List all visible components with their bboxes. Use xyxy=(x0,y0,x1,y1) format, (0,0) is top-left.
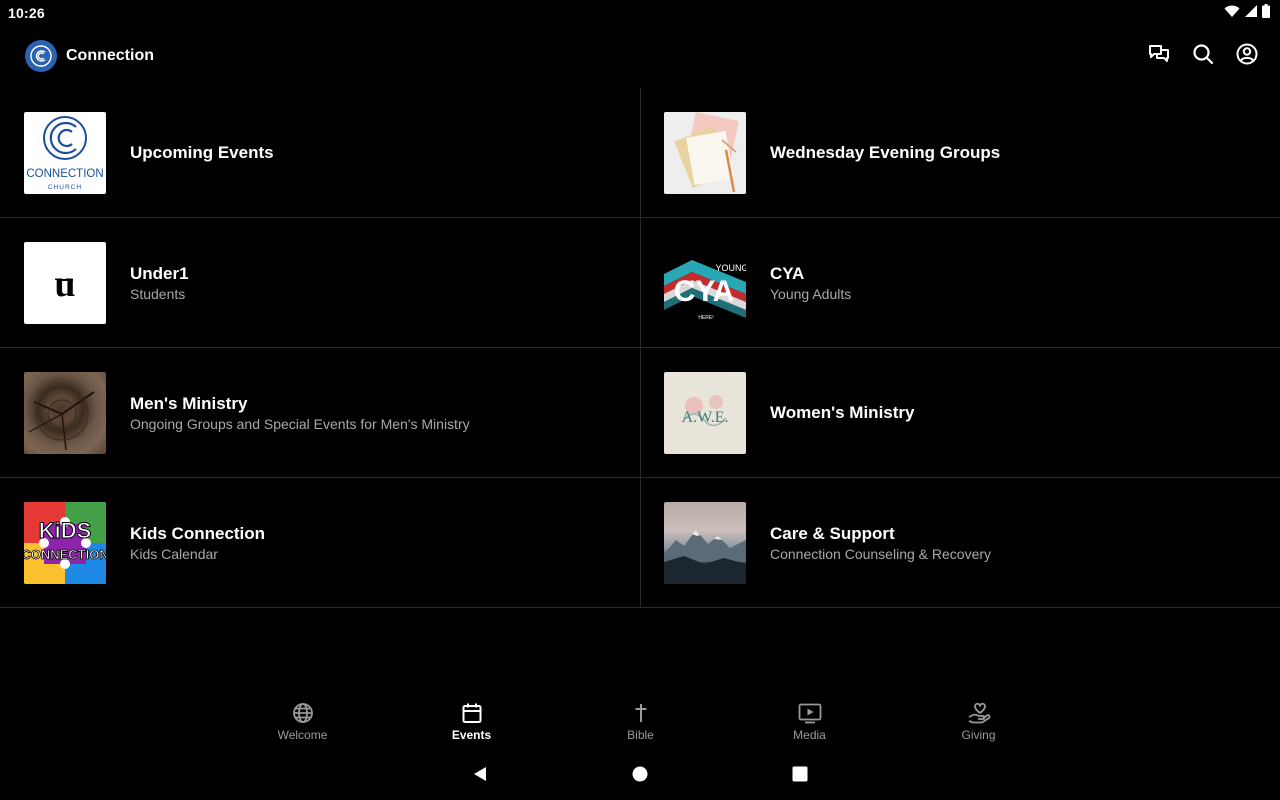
event-title: Women's Ministry xyxy=(770,402,915,422)
play-screen-icon xyxy=(798,700,822,726)
event-texts: Under1 Students xyxy=(130,263,189,303)
search-button[interactable] xyxy=(1192,43,1214,70)
event-title: Men's Ministry xyxy=(130,393,248,413)
search-icon xyxy=(1192,43,1214,70)
event-item-care-support[interactable]: Care & Support Connection Counseling & R… xyxy=(640,478,1280,608)
event-texts: CYA Young Adults xyxy=(770,263,851,303)
cya-logo-text: CYA xyxy=(674,275,735,308)
kids-connection-thumbnail: KiDS CONNECTION xyxy=(24,501,106,584)
nav-bible[interactable]: Bible xyxy=(556,700,725,752)
event-texts: Wednesday Evening Groups xyxy=(770,142,1000,164)
messages-button[interactable] xyxy=(1148,43,1170,70)
event-title: Upcoming Events xyxy=(130,142,274,162)
column-divider xyxy=(640,88,641,607)
connection-logo-icon xyxy=(25,40,57,72)
connection-church-thumbnail: CONNECTION CHURCH xyxy=(24,111,106,194)
status-time: 10:26 xyxy=(8,5,45,21)
status-bar: 10:26 xyxy=(0,0,1280,26)
connection-kids-logo-text: CONNECTION xyxy=(24,547,106,562)
signal-icon xyxy=(1244,4,1258,23)
young-logo-text: YOUNG xyxy=(715,263,746,273)
nav-welcome[interactable]: Welcome xyxy=(218,700,387,752)
home-circle-icon xyxy=(632,766,648,787)
calendar-icon xyxy=(461,700,483,726)
event-subtitle: Kids Calendar xyxy=(130,545,218,562)
battery-icon xyxy=(1262,3,1270,23)
event-texts: Men's Ministry Ongoing Groups and Specia… xyxy=(130,393,470,433)
under1-logo-text: u xyxy=(54,263,75,305)
awe-thumbnail: A.W.E. xyxy=(664,371,746,454)
event-texts: Kids Connection Kids Calendar xyxy=(130,523,265,563)
back-triangle-icon xyxy=(472,766,488,787)
app-title: Connection xyxy=(66,47,154,64)
event-item-cya[interactable]: CYA YOUNG HERE! CYA Young Adults xyxy=(640,218,1280,348)
event-title: Wednesday Evening Groups xyxy=(770,142,1001,162)
event-item-upcoming-events[interactable]: CONNECTION CHURCH Upcoming Events xyxy=(0,88,640,218)
event-texts: Care & Support Connection Counseling & R… xyxy=(770,523,991,563)
account-button[interactable] xyxy=(1236,43,1258,70)
notebook-pencil-thumbnail xyxy=(664,111,746,194)
event-texts: Women's Ministry xyxy=(770,402,914,424)
event-subtitle: Ongoing Groups and Special Events for Me… xyxy=(130,415,470,432)
event-item-womens-ministry[interactable]: A.W.E. Women's Ministry xyxy=(640,348,1280,478)
chat-icon xyxy=(1148,43,1170,70)
wood-texture-thumbnail xyxy=(24,371,106,454)
nav-media[interactable]: Media xyxy=(725,700,894,752)
nav-label: Giving xyxy=(961,728,996,742)
event-subtitle: Young Adults xyxy=(770,285,852,302)
event-item-wednesday-evening-groups[interactable]: Wednesday Evening Groups xyxy=(640,88,1280,218)
nav-label: Bible xyxy=(627,728,654,742)
event-subtitle: Connection Counseling & Recovery xyxy=(770,545,992,562)
awe-logo-text: A.W.E. xyxy=(682,409,729,426)
app-bar: Connection xyxy=(0,34,1280,78)
here-logo-text: HERE! xyxy=(698,315,713,321)
event-item-under1[interactable]: u Under1 Students xyxy=(0,218,640,348)
status-icons xyxy=(1224,3,1270,23)
heart-hand-icon xyxy=(967,700,991,726)
nav-label: Welcome xyxy=(277,728,328,742)
event-item-kids-connection[interactable]: KiDS CONNECTION Kids Connection Kids Cal… xyxy=(0,478,640,608)
system-recents-button[interactable] xyxy=(790,766,810,786)
event-subtitle: Students xyxy=(130,285,186,302)
mountains-thumbnail xyxy=(664,501,746,584)
event-title: CYA xyxy=(770,263,805,283)
system-home-button[interactable] xyxy=(630,766,650,786)
connection-logo-text: CONNECTION xyxy=(26,168,103,180)
event-texts: Upcoming Events xyxy=(130,142,274,164)
event-title: Care & Support xyxy=(770,523,895,543)
nav-label: Media xyxy=(793,728,826,742)
recents-square-icon xyxy=(792,766,808,787)
event-title: Under1 xyxy=(130,263,189,283)
nav-giving[interactable]: Giving xyxy=(894,700,1063,752)
cya-thumbnail: CYA YOUNG HERE! xyxy=(664,241,746,324)
event-item-mens-ministry[interactable]: Men's Ministry Ongoing Groups and Specia… xyxy=(0,348,640,478)
under1-thumbnail: u xyxy=(24,241,106,324)
event-title: Kids Connection xyxy=(130,523,266,543)
cross-icon xyxy=(630,700,652,726)
nav-events[interactable]: Events xyxy=(387,700,556,752)
globe-icon xyxy=(292,700,314,726)
bottom-navigation: Welcome Events Bible Media Giving xyxy=(218,700,1063,752)
wifi-icon xyxy=(1224,4,1240,23)
church-logo-text: CHURCH xyxy=(48,184,82,191)
nav-label: Events xyxy=(451,728,492,742)
system-back-button[interactable] xyxy=(470,766,490,786)
brand: Connection xyxy=(25,40,154,72)
app-actions xyxy=(1148,43,1258,70)
system-navigation-bar xyxy=(0,758,1280,794)
account-circle-icon xyxy=(1236,43,1258,70)
kids-logo-text: KiDS xyxy=(39,518,92,543)
